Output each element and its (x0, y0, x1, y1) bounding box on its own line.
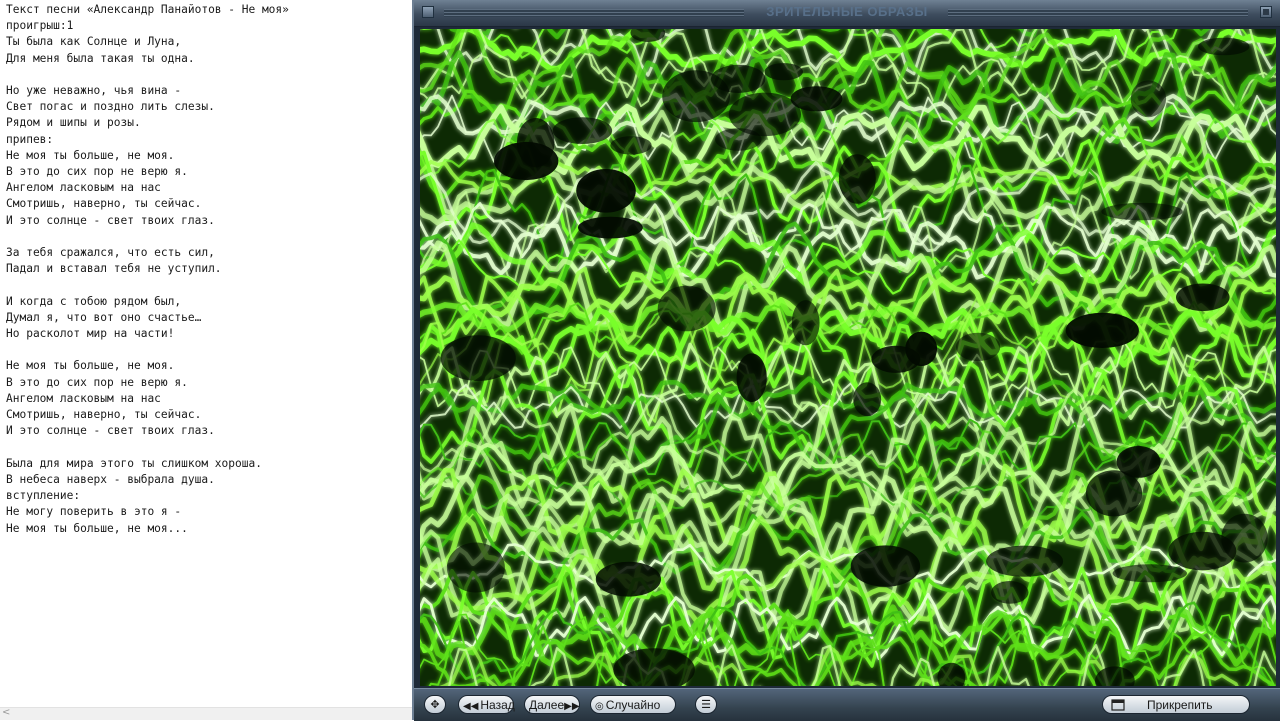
random-icon: ◎ (595, 701, 604, 712)
move-arrows-icon: ✥ (430, 699, 440, 711)
lyric-line: Ангелом ласковым на нас (6, 391, 161, 405)
dark-patch (791, 300, 820, 346)
lyric-line: Думал я, что вот оно счастье… (6, 310, 202, 324)
dark-patch (955, 332, 1001, 362)
lyric-line: Текст песни «Александр Панайотов - Не мо… (6, 3, 289, 16)
dark-patch (871, 345, 921, 373)
dark-patch (516, 118, 555, 168)
lyric-line: Не моя ты больше, не моя... (6, 521, 188, 535)
rewind-icon: ◀◀ (463, 701, 479, 712)
scroll-left-arrow[interactable]: < (2, 707, 10, 718)
back-label: Назад (480, 698, 515, 712)
dark-patch (1112, 564, 1187, 583)
next-button[interactable]: Далее▶▶ (524, 695, 580, 714)
lyric-line: проигрыш:1 (6, 19, 74, 33)
dark-patch (657, 285, 716, 332)
dark-patch (1168, 531, 1237, 571)
attach-label: Прикрепить (1147, 698, 1213, 712)
lyric-line: припев: (6, 132, 54, 146)
lyric-line: В это до сих пор не верю я. (6, 165, 188, 179)
lyric-line: И когда с тобою рядом был, (6, 294, 182, 308)
green-wave-visualization (420, 29, 1276, 686)
lyric-line: Смотришь, наверно, ты сейчас. (6, 197, 202, 211)
lyric-line: И это солнце - свет твоих глаз. (6, 213, 215, 227)
lyric-line: За тебя сражался, что есть сил, (6, 246, 215, 260)
lyric-line: В небеса наверх - выбрала душа. (6, 472, 215, 486)
visualization-titlebar[interactable]: ЗРИТЕЛЬНЫЕ ОБРАЗЫ (414, 0, 1280, 27)
dark-patch (552, 117, 613, 144)
lyric-line: вступление: (6, 489, 81, 503)
dark-patch (764, 63, 803, 81)
titlebar-grip-right (948, 9, 1248, 17)
dark-patch (610, 136, 652, 155)
lyric-line: Но уже неважно, чья вина - (6, 84, 182, 98)
dark-patch (595, 561, 661, 597)
lyric-line: Но расколот мир на части! (6, 327, 175, 341)
lyric-line: Ты была как Солнце и Луна, (6, 35, 182, 49)
lyric-line: Была для мира этого ты слишком хороша. (6, 456, 262, 470)
lyrics-editor[interactable]: Текст песни «Александр Панайотов - Не мо… (0, 0, 412, 720)
lyrics-text[interactable]: Текст песни «Александр Панайотов - Не мо… (0, 0, 412, 537)
dark-patch (576, 169, 636, 213)
dark-patch (838, 154, 876, 204)
lyric-line: Не моя ты больше, не моя. (6, 148, 175, 162)
dark-patch (578, 216, 643, 239)
lyric-line: Смотришь, наверно, ты сейчас. (6, 408, 202, 422)
next-label: Далее (529, 698, 565, 712)
dark-patch (853, 382, 882, 417)
visualization-canvas (420, 29, 1276, 686)
dark-patch (850, 545, 921, 587)
list-icon: ☰ (701, 699, 711, 711)
dark-patch (1198, 37, 1250, 56)
dark-patch (1176, 283, 1230, 312)
dark-patch (736, 353, 767, 403)
editor-horizontal-scrollbar[interactable]: < (0, 707, 412, 720)
dark-patch (986, 545, 1064, 577)
lyric-line: Рядом и шипы и розы. (6, 116, 141, 130)
lyric-line: И это солнце - свет твоих глаз. (6, 424, 215, 438)
dark-patch (440, 335, 516, 381)
random-button[interactable]: ◎ Случайно (590, 695, 676, 714)
dark-patch (728, 92, 801, 137)
dark-patch (1130, 80, 1167, 118)
back-button[interactable]: ◀◀ Назад (458, 695, 515, 714)
dark-patch (711, 64, 766, 93)
visualization-list-button[interactable]: ☰ (695, 695, 717, 714)
lyric-line: Падал и вставал тебя не уступил. (6, 262, 222, 276)
fast-forward-icon: ▶▶ (564, 701, 580, 712)
visualization-window: ЗРИТЕЛЬНЫЕ ОБРАЗЫ ✥ ◀◀ Назад Далее▶▶ ◎ Слу… (412, 0, 1280, 721)
dark-patch (446, 542, 505, 593)
lyric-line: Не моя ты больше, не моя. (6, 359, 175, 373)
lyric-line: В это до сих пор не верю я. (6, 375, 188, 389)
lyric-line: Свет погас и поздно лить слезы. (6, 100, 215, 114)
dark-patch (1065, 312, 1139, 348)
lyric-line: Для меня была такая ты одна. (6, 51, 195, 65)
random-label: Случайно (605, 698, 661, 712)
close-button[interactable] (1260, 6, 1272, 18)
dark-patch (1116, 446, 1161, 478)
lyric-line: Ангелом ласковым на нас (6, 181, 161, 195)
lyric-line: Не могу поверить в это я - (6, 505, 182, 519)
attach-button[interactable]: Прикрепить (1102, 695, 1250, 714)
visualization-controls: ✥ ◀◀ Назад Далее▶▶ ◎ Случайно ☰ Прикрепить (414, 688, 1280, 721)
navigate-button[interactable]: ✥ (424, 695, 446, 714)
dark-patch (991, 581, 1029, 604)
pin-window-icon (1111, 699, 1125, 711)
dark-patch (1101, 202, 1183, 221)
